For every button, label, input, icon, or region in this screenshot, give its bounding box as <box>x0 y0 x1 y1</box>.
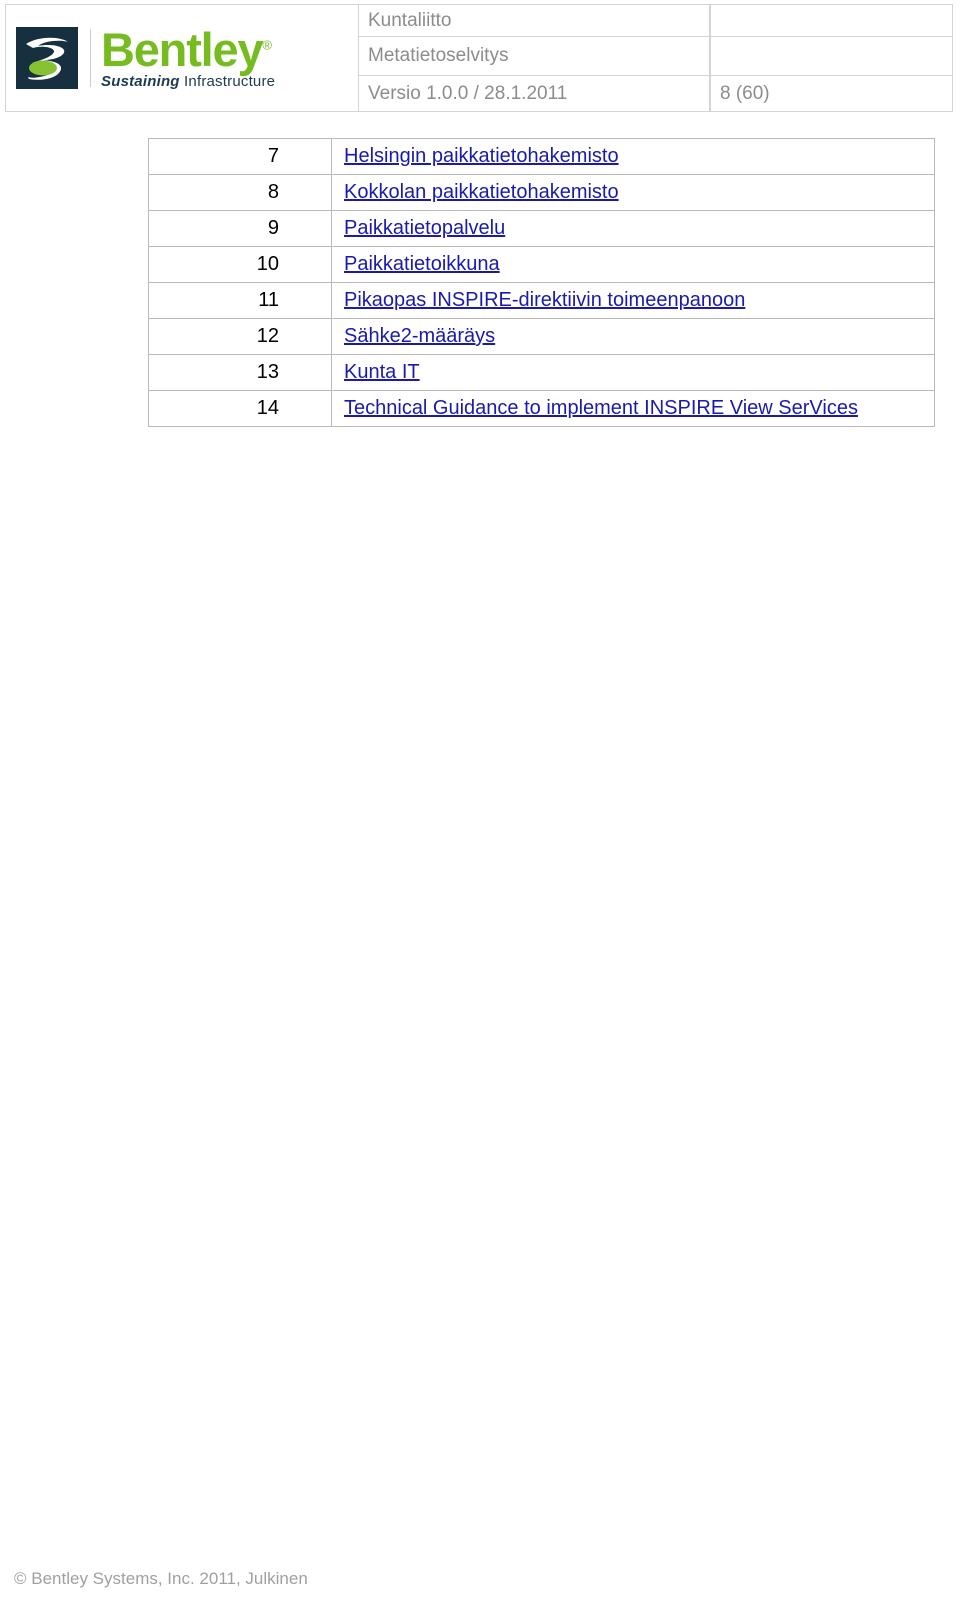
header-row-organization: Kuntaliitto <box>358 4 953 36</box>
row-title-cell: Pikaopas INSPIRE-direktiivin toimeenpano… <box>331 282 935 319</box>
bentley-logo: Bentley® Sustaining Infrastructure <box>6 26 275 90</box>
bentley-wordmark: Bentley® <box>101 26 275 73</box>
row-number: 7 <box>148 138 332 175</box>
reference-link[interactable]: Sähke2-määräys <box>344 325 495 347</box>
reference-link[interactable]: Helsingin paikkatietohakemisto <box>344 145 619 167</box>
table-row: 12 Sähke2-määräys <box>148 318 935 355</box>
row-number: 10 <box>148 246 332 283</box>
row-title-cell: Kunta IT <box>331 354 935 391</box>
row-title-cell: Kokkolan paikkatietohakemisto <box>331 174 935 211</box>
reference-link[interactable]: Kunta IT <box>344 361 420 383</box>
header-document-title: Metatietoselvitys <box>358 36 710 75</box>
header-organization-aux <box>710 4 953 36</box>
reference-link-table: 7 Helsingin paikkatietohakemisto 8 Kokko… <box>148 138 935 427</box>
header-version-date: Versio 1.0.0 / 28.1.2011 <box>358 75 710 112</box>
logo-typography: Bentley® Sustaining Infrastructure <box>101 26 275 90</box>
row-title-cell: Paikkatietopalvelu <box>331 210 935 247</box>
table-row: 14 Technical Guidance to implement INSPI… <box>148 390 935 427</box>
header-document-title-aux <box>710 36 953 75</box>
header-row-version: Versio 1.0.0 / 28.1.2011 8 (60) <box>358 75 953 112</box>
table-row: 13 Kunta IT <box>148 354 935 391</box>
header-page-number: 8 (60) <box>710 75 953 112</box>
row-number: 12 <box>148 318 332 355</box>
table-row: 7 Helsingin paikkatietohakemisto <box>148 138 935 175</box>
table-row: 10 Paikkatietoikkuna <box>148 246 935 283</box>
reference-link[interactable]: Kokkolan paikkatietohakemisto <box>344 181 619 203</box>
table-row: 9 Paikkatietopalvelu <box>148 210 935 247</box>
row-number: 13 <box>148 354 332 391</box>
row-number: 8 <box>148 174 332 211</box>
row-number: 9 <box>148 210 332 247</box>
row-number: 11 <box>148 282 332 319</box>
logo-divider <box>90 28 91 87</box>
logo-cell: Bentley® Sustaining Infrastructure <box>5 4 358 112</box>
document-header: Bentley® Sustaining Infrastructure Kunta… <box>5 4 953 112</box>
row-title-cell: Sähke2-määräys <box>331 318 935 355</box>
row-title-cell: Paikkatietoikkuna <box>331 246 935 283</box>
reference-link[interactable]: Pikaopas INSPIRE-direktiivin toimeenpano… <box>344 289 745 311</box>
table-row: 8 Kokkolan paikkatietohakemisto <box>148 174 935 211</box>
registered-trademark-icon: ® <box>262 37 272 53</box>
bentley-wordmark-text: Bentley <box>101 22 264 76</box>
header-meta-table: Kuntaliitto Metatietoselvitys Versio 1.0… <box>358 4 953 112</box>
table-row: 11 Pikaopas INSPIRE-direktiivin toimeenp… <box>148 282 935 319</box>
row-title-cell: Helsingin paikkatietohakemisto <box>331 138 935 175</box>
reference-link[interactable]: Technical Guidance to implement INSPIRE … <box>344 397 858 419</box>
reference-link[interactable]: Paikkatietoikkuna <box>344 253 500 275</box>
header-organization: Kuntaliitto <box>358 4 710 36</box>
footer-copyright: © Bentley Systems, Inc. 2011, Julkinen <box>14 1569 308 1588</box>
header-row-document-title: Metatietoselvitys <box>358 36 953 75</box>
row-number: 14 <box>148 390 332 427</box>
row-title-cell: Technical Guidance to implement INSPIRE … <box>331 390 935 427</box>
reference-link-table-body: 7 Helsingin paikkatietohakemisto 8 Kokko… <box>148 138 935 427</box>
bentley-b-mark-icon <box>16 26 78 89</box>
reference-link[interactable]: Paikkatietopalvelu <box>344 217 505 239</box>
